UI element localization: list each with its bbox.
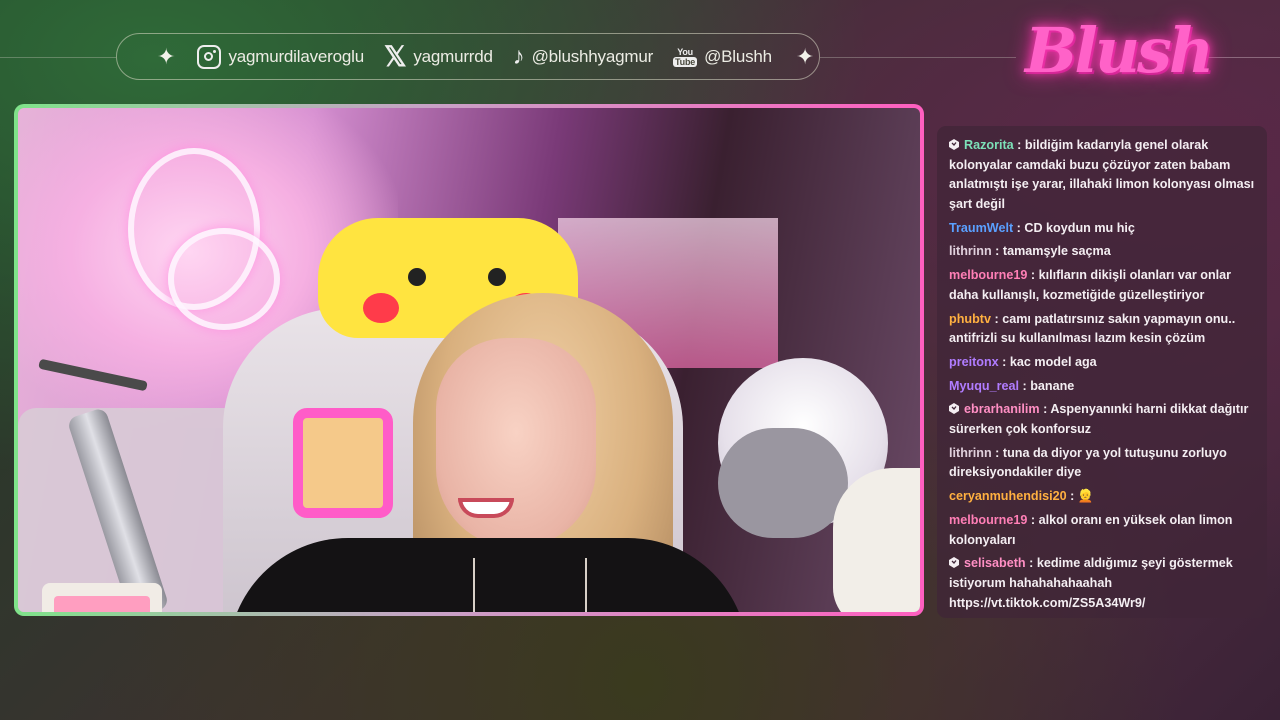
youtube-icon: You Tube bbox=[673, 46, 698, 67]
koala-plush bbox=[718, 428, 848, 538]
chat-text: kac model aga bbox=[1009, 354, 1097, 369]
chat-message: Myuqu_real : banane bbox=[949, 377, 1257, 397]
chat-separator: : bbox=[991, 244, 1003, 259]
webcam-feed bbox=[18, 108, 920, 612]
chat-messages: Razorita : bildiğim kadarıyla genel olar… bbox=[949, 136, 1257, 613]
instagram-handle: yagmurdilaveroglu bbox=[228, 46, 364, 66]
x-link: 𝕏 yagmurrdd bbox=[383, 40, 493, 72]
chat-message: melbourne19 : kılıfların dikişli olanlar… bbox=[949, 266, 1257, 305]
neon-sign-shape bbox=[168, 228, 280, 330]
chat-message: preitonx : kac model aga bbox=[949, 353, 1257, 373]
tiktok-link: ♪ @blushhyagmur bbox=[512, 42, 654, 70]
chat-username[interactable]: lithrinn bbox=[949, 244, 992, 258]
youtube-link: You Tube @Blushh bbox=[673, 47, 772, 67]
chat-message: phubtv : camı patlatırsınız sakın yapmay… bbox=[949, 310, 1257, 349]
pikachu-eye bbox=[488, 268, 506, 286]
youtube-icon-bottom-text: Tube bbox=[673, 56, 698, 67]
chat-message: melbourne19 : alkol oranı en yüksek olan… bbox=[949, 511, 1257, 550]
pikachu-eye bbox=[408, 268, 426, 286]
header-divider-right bbox=[820, 57, 1016, 58]
gaming-chair-accent bbox=[293, 408, 393, 518]
chat-username[interactable]: ceryanmuhendisi20 bbox=[949, 489, 1067, 503]
subscriber-badge-icon bbox=[949, 403, 959, 415]
chat-separator: : bbox=[1066, 489, 1078, 504]
chat-username[interactable]: lithrinn bbox=[949, 446, 992, 460]
chat-message: ceryanmuhendisi20 : 👱 bbox=[949, 487, 1257, 507]
pikachu-cheek bbox=[363, 293, 399, 323]
chat-username[interactable]: Razorita bbox=[964, 138, 1014, 152]
chat-separator: : bbox=[991, 445, 1003, 460]
chat-text: 👱 bbox=[1077, 489, 1094, 504]
chat-username[interactable]: preitonx bbox=[949, 355, 999, 369]
chat-message: selisabeth : kedime aldığımız şeyi göste… bbox=[949, 554, 1257, 613]
chat-separator: : bbox=[998, 354, 1010, 369]
chat-separator: : bbox=[1013, 138, 1025, 152]
social-links-bar: ✦ yagmurdilaveroglu 𝕏 yagmurrdd ♪ @blush… bbox=[116, 33, 820, 80]
subscriber-badge-icon bbox=[949, 557, 959, 569]
mug-label bbox=[54, 596, 150, 612]
chat-separator: : bbox=[1027, 268, 1039, 283]
instagram-icon bbox=[197, 44, 222, 69]
necklace bbox=[473, 558, 587, 612]
x-icon: 𝕏 bbox=[383, 40, 407, 72]
subscriber-badge-icon bbox=[949, 139, 959, 150]
chat-text: tamamşyle saçma bbox=[1002, 244, 1111, 259]
chat-message: ebrarhanilim : Aspenyanınki harni dikkat… bbox=[949, 400, 1257, 439]
chat-message: TraumWelt : CD koydun mu hiç bbox=[949, 219, 1257, 239]
sparkle-icon: ✦ bbox=[795, 43, 815, 69]
tiktok-handle: @blushhyagmur bbox=[531, 46, 654, 66]
chat-separator: : bbox=[1025, 556, 1037, 571]
chat-username[interactable]: Myuqu_real bbox=[949, 379, 1019, 393]
chat-username[interactable]: melbourne19 bbox=[949, 513, 1027, 527]
youtube-handle: @Blushh bbox=[704, 46, 772, 66]
sparkle-icon: ✦ bbox=[157, 43, 176, 69]
chat-text: CD koydun mu hiç bbox=[1024, 220, 1135, 235]
chat-separator: : bbox=[1027, 512, 1039, 527]
chat-separator: : bbox=[990, 311, 1003, 326]
chat-message: lithrinn : tuna da diyor ya yol tutuşunu… bbox=[949, 444, 1257, 483]
instagram-link: yagmurdilaveroglu bbox=[197, 44, 364, 69]
webcam-frame bbox=[14, 104, 924, 616]
chat-username[interactable]: ebrarhanilim bbox=[964, 402, 1040, 416]
chat-separator: : bbox=[1019, 378, 1031, 393]
chat-text: banane bbox=[1030, 378, 1075, 393]
chat-username[interactable]: selisabeth bbox=[964, 556, 1026, 570]
youtube-icon-top-text: You bbox=[677, 46, 693, 57]
logo-divider bbox=[1200, 57, 1280, 58]
chat-username[interactable]: melbourne19 bbox=[949, 268, 1027, 282]
chat-message: Razorita : bildiğim kadarıyla genel olar… bbox=[949, 136, 1257, 214]
chat-username[interactable]: TraumWelt bbox=[949, 221, 1013, 235]
header-divider-left bbox=[0, 57, 116, 58]
chat-username[interactable]: phubtv bbox=[949, 312, 991, 326]
chat-panel: Razorita : bildiğim kadarıyla genel olar… bbox=[937, 126, 1267, 618]
chat-separator: : bbox=[1039, 402, 1051, 417]
chat-separator: : bbox=[1013, 220, 1025, 235]
cat-tree bbox=[833, 468, 920, 612]
tiktok-icon: ♪ bbox=[512, 42, 525, 70]
chat-message: lithrinn : tamamşyle saçma bbox=[949, 242, 1257, 262]
x-handle: yagmurrdd bbox=[413, 46, 493, 66]
streamer-face bbox=[436, 338, 596, 548]
brand-logo: Blush bbox=[1025, 14, 1214, 87]
